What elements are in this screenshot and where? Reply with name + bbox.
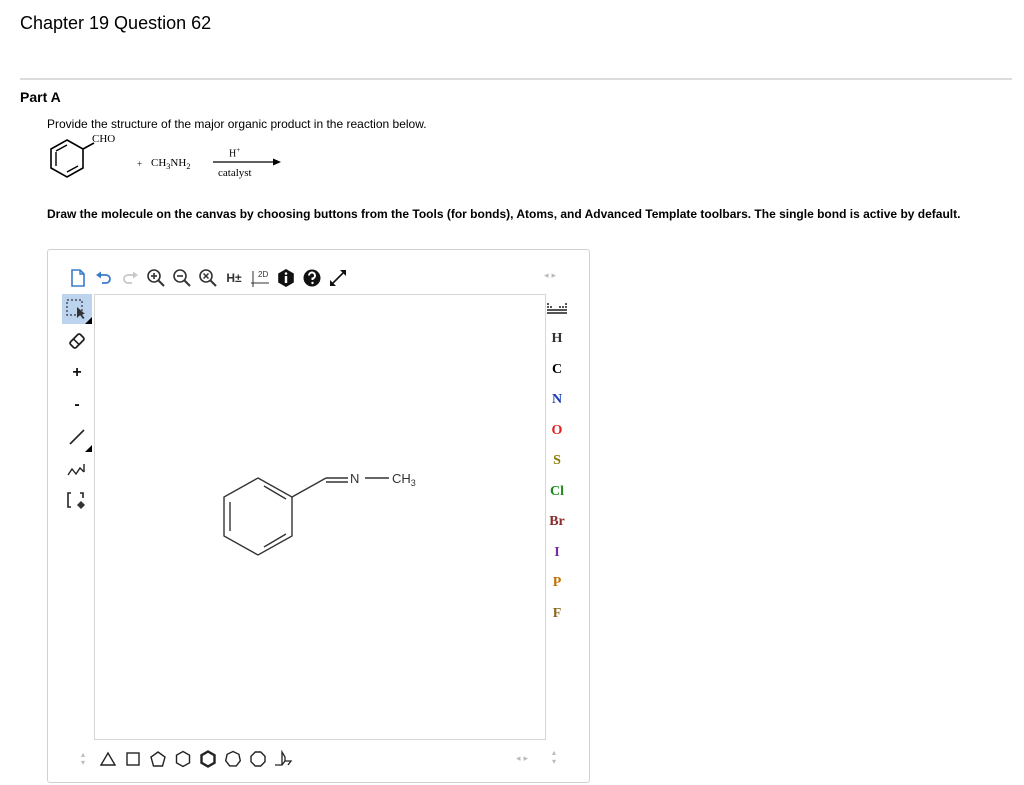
toolbar-scroll-arrows[interactable]: ◂▸ bbox=[544, 270, 559, 281]
header-divider bbox=[20, 78, 1012, 80]
view-2d-label: 2D bbox=[258, 270, 268, 279]
pentagon-template-icon[interactable] bbox=[147, 747, 169, 771]
reaction-plus: + bbox=[137, 159, 143, 169]
drawing-canvas[interactable]: N CH3 bbox=[94, 294, 546, 740]
hydrogen-toggle-button[interactable]: H± bbox=[222, 266, 246, 290]
atom-symbol: I bbox=[554, 544, 560, 560]
bond-tool-expand-icon bbox=[85, 445, 92, 452]
templates-vscroll-arrows[interactable]: ▴ ▾ bbox=[552, 748, 556, 766]
square-template-icon[interactable] bbox=[122, 747, 144, 771]
single-bond-tool-button[interactable] bbox=[62, 422, 92, 452]
positive-charge-button[interactable]: + bbox=[62, 358, 92, 388]
atom-symbol: Cl bbox=[550, 483, 564, 499]
chain-tool-button[interactable] bbox=[62, 454, 92, 484]
question-text: Provide the structure of the major organ… bbox=[47, 117, 427, 131]
select-tool-expand-icon bbox=[85, 317, 92, 324]
atom-button-br[interactable]: Br bbox=[542, 507, 572, 538]
zoom-out-icon[interactable] bbox=[170, 266, 194, 290]
atom-button-o[interactable]: O bbox=[542, 416, 572, 447]
undo-icon[interactable] bbox=[92, 266, 116, 290]
atom-button-s[interactable]: S bbox=[542, 446, 572, 477]
atom-symbol: S bbox=[553, 453, 561, 469]
help-icon[interactable] bbox=[300, 266, 324, 290]
benzene-template-icon[interactable] bbox=[197, 747, 219, 771]
hexagon-template-icon[interactable] bbox=[172, 747, 194, 771]
atom-symbol: O bbox=[551, 422, 563, 438]
templates-toolbar: ▴ ▾ bbox=[72, 744, 297, 774]
atom-button-h[interactable]: H bbox=[542, 324, 572, 355]
atom-symbol: C bbox=[551, 361, 563, 377]
atom-symbol: P bbox=[552, 575, 562, 591]
reaction-arrow bbox=[213, 158, 281, 166]
atom-symbol: H bbox=[551, 331, 563, 347]
view-2d-button[interactable]: 2D bbox=[248, 266, 272, 290]
reaction-scheme: CHO + CH3NH2 H+ catalyst bbox=[47, 132, 287, 192]
zoom-in-icon[interactable] bbox=[144, 266, 168, 290]
redo-icon[interactable] bbox=[118, 266, 142, 290]
eraser-tool-button[interactable] bbox=[62, 326, 92, 356]
main-toolbar: H± 2D bbox=[66, 266, 352, 290]
catalyst-label: catalyst bbox=[218, 167, 252, 179]
negative-charge-button[interactable]: - bbox=[62, 390, 92, 420]
atom-button-i[interactable]: I bbox=[542, 538, 572, 569]
tools-toolbar: + - bbox=[62, 294, 94, 518]
atoms-toolbar: H C N O S Cl Br I P F bbox=[542, 294, 572, 629]
reagent-label: CH3NH2 bbox=[151, 157, 191, 172]
atom-button-f[interactable]: F bbox=[542, 599, 572, 630]
chapter-title: Chapter 19 Question 62 bbox=[20, 13, 212, 33]
methyl-group: CH3 bbox=[392, 471, 416, 488]
aldehyde-label: CHO bbox=[92, 133, 116, 145]
new-document-icon[interactable] bbox=[66, 266, 90, 290]
info-icon[interactable] bbox=[274, 266, 298, 290]
atom-symbol: N bbox=[551, 392, 563, 408]
instruction-text: Draw the molecule on the canvas by choos… bbox=[47, 207, 961, 221]
atom-button-p[interactable]: P bbox=[542, 568, 572, 599]
select-tool-button[interactable] bbox=[62, 294, 92, 324]
cyclohexane-chair-template-icon[interactable] bbox=[272, 747, 294, 771]
octagon-template-icon[interactable] bbox=[247, 747, 269, 771]
template-scroll-icon[interactable]: ▴ ▾ bbox=[72, 747, 94, 771]
imine-molecule: N CH3 bbox=[223, 471, 416, 556]
heptagon-template-icon[interactable] bbox=[222, 747, 244, 771]
templates-scroll-arrows[interactable]: ◂▸ bbox=[516, 753, 531, 764]
atom-symbol: F bbox=[552, 605, 562, 621]
fullscreen-icon[interactable] bbox=[326, 266, 350, 290]
bracket-tool-button[interactable] bbox=[62, 486, 92, 516]
zoom-reset-icon[interactable] bbox=[196, 266, 220, 290]
triangle-template-icon[interactable] bbox=[97, 747, 119, 771]
periodic-table-icon[interactable] bbox=[542, 294, 572, 324]
nitrogen-atom: N bbox=[350, 471, 359, 486]
atom-button-cl[interactable]: Cl bbox=[542, 477, 572, 508]
molecule-editor: H± 2D ◂▸ + - N CH3 H C N O S Cl Br I P F… bbox=[47, 249, 590, 783]
atom-button-c[interactable]: C bbox=[542, 355, 572, 386]
atom-button-n[interactable]: N bbox=[542, 385, 572, 416]
atom-symbol: Br bbox=[549, 514, 565, 530]
part-title: Part A bbox=[20, 89, 61, 105]
